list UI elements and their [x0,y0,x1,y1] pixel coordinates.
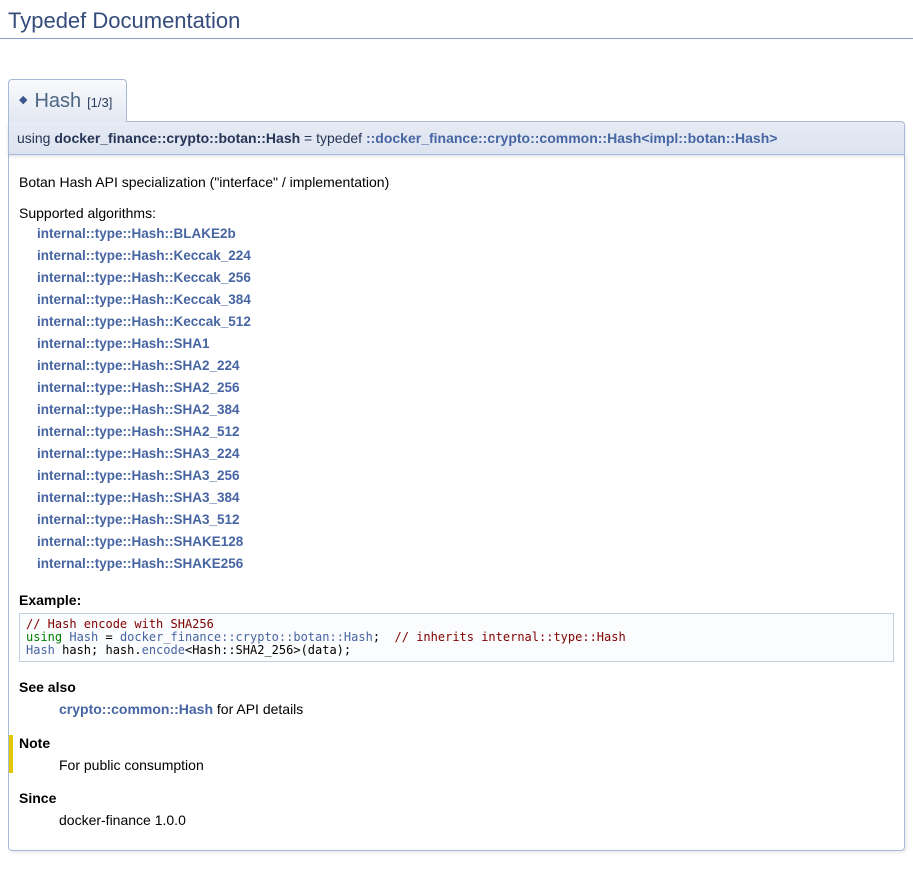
code-token-plain: hash; hash. [55,643,142,657]
since-text: docker-finance 1.0.0 [59,812,894,828]
algorithm-item: internal::type::Hash::SHA2_256 [37,377,894,399]
algorithm-link[interactable]: internal::type::Hash::SHA3_224 [37,446,240,461]
algorithm-item: internal::type::Hash::SHA2_224 [37,355,894,377]
member-title-tab: ◆ Hash [1/3] [8,79,127,122]
algorithm-link[interactable]: internal::type::Hash::Keccak_512 [37,314,251,329]
intro-text: Botan Hash API specialization ("interfac… [19,174,894,190]
see-also-section: See also crypto::common::Hash for API de… [19,679,894,717]
algorithm-item: internal::type::Hash::Keccak_384 [37,289,894,311]
member-documentation: Botan Hash API specialization ("interfac… [8,155,905,851]
algorithm-link[interactable]: internal::type::Hash::Keccak_256 [37,270,251,285]
proto-underlying-type-link[interactable]: ::docker_finance::crypto::common::Hash<i… [366,130,777,146]
proto-equals-typedef: = typedef [300,130,366,146]
algorithm-item: internal::type::Hash::Keccak_512 [37,311,894,333]
algorithm-link[interactable]: internal::type::Hash::SHA2_224 [37,358,240,373]
code-symbol-link[interactable]: Hash [69,630,98,644]
algorithm-item: internal::type::Hash::SHA3_256 [37,465,894,487]
algorithm-list: internal::type::Hash::BLAKE2binternal::t… [37,223,894,575]
proto-using-keyword: using [17,130,54,146]
code-token-comment: // Hash encode with SHA256 [26,617,214,631]
code-token-keyword: using [26,630,62,644]
example-section: Example: [19,592,894,608]
algorithm-item: internal::type::Hash::SHA2_512 [37,421,894,443]
anchor-diamond-icon[interactable]: ◆ [19,94,27,106]
code-symbol-link[interactable]: encode [142,643,185,657]
algorithm-item: internal::type::Hash::Keccak_256 [37,267,894,289]
member-name: Hash [34,90,81,112]
algorithm-item: internal::type::Hash::SHA3_512 [37,509,894,531]
algorithm-link[interactable]: internal::type::Hash::SHAKE128 [37,534,243,549]
code-symbol-link[interactable]: docker_finance::crypto::botan::Hash [120,630,373,644]
code-symbol-link[interactable]: Hash [26,643,55,657]
code-token-plain: = [98,630,120,644]
algorithm-item: internal::type::Hash::SHA2_384 [37,399,894,421]
note-section: Note For public consumption [9,735,894,773]
code-token-plain: ; [373,630,395,644]
see-also-content: crypto::common::Hash for API details [59,701,894,717]
algorithm-item: internal::type::Hash::SHA3_224 [37,443,894,465]
code-token-comment: // inherits internal::type::Hash [395,630,626,644]
proto-typedef-name: docker_finance::crypto::botan::Hash [54,130,300,146]
algorithm-item: internal::type::Hash::BLAKE2b [37,223,894,245]
since-section: Since docker-finance 1.0.0 [19,790,894,828]
algorithm-link[interactable]: internal::type::Hash::Keccak_224 [37,248,251,263]
see-also-text: for API details [213,701,303,717]
member-item: using docker_finance::crypto::botan::Has… [8,121,905,851]
algorithm-link[interactable]: internal::type::Hash::SHAKE256 [37,556,243,571]
algorithm-link[interactable]: internal::type::Hash::BLAKE2b [37,226,236,241]
typedef-documentation-section: Typedef Documentation ◆ Hash [1/3] using … [0,0,913,851]
algorithm-link[interactable]: internal::type::Hash::SHA3_384 [37,490,240,505]
see-also-label: See also [19,679,894,695]
code-line: Hash hash; hash.encode<Hash::SHA2_256>(d… [26,644,887,657]
algorithm-link[interactable]: internal::type::Hash::SHA1 [37,336,210,351]
algorithm-link[interactable]: internal::type::Hash::SHA2_384 [37,402,240,417]
algorithm-link[interactable]: internal::type::Hash::SHA2_256 [37,380,240,395]
section-title: Typedef Documentation [0,0,913,39]
member-prototype: using docker_finance::crypto::botan::Has… [8,121,905,155]
algorithm-link[interactable]: internal::type::Hash::SHA3_256 [37,468,240,483]
supported-algorithms-label: Supported algorithms: [19,205,894,221]
algorithm-link[interactable]: internal::type::Hash::Keccak_384 [37,292,251,307]
algorithm-item: internal::type::Hash::SHAKE256 [37,553,894,575]
code-example-block: // Hash encode with SHA256using Hash = d… [19,613,894,662]
algorithm-link[interactable]: internal::type::Hash::SHA2_512 [37,424,240,439]
since-label: Since [19,790,894,806]
note-label: Note [19,735,894,751]
example-label: Example: [19,592,894,608]
algorithm-link[interactable]: internal::type::Hash::SHA3_512 [37,512,240,527]
algorithm-item: internal::type::Hash::SHAKE128 [37,531,894,553]
member-overload-index: [1/3] [87,95,112,110]
algorithm-item: internal::type::Hash::SHA1 [37,333,894,355]
see-also-link[interactable]: crypto::common::Hash [59,701,213,717]
code-token-plain: <Hash::SHA2_256>(data); [185,643,351,657]
algorithm-item: internal::type::Hash::Keccak_224 [37,245,894,267]
algorithm-item: internal::type::Hash::SHA3_384 [37,487,894,509]
note-text: For public consumption [59,757,894,773]
